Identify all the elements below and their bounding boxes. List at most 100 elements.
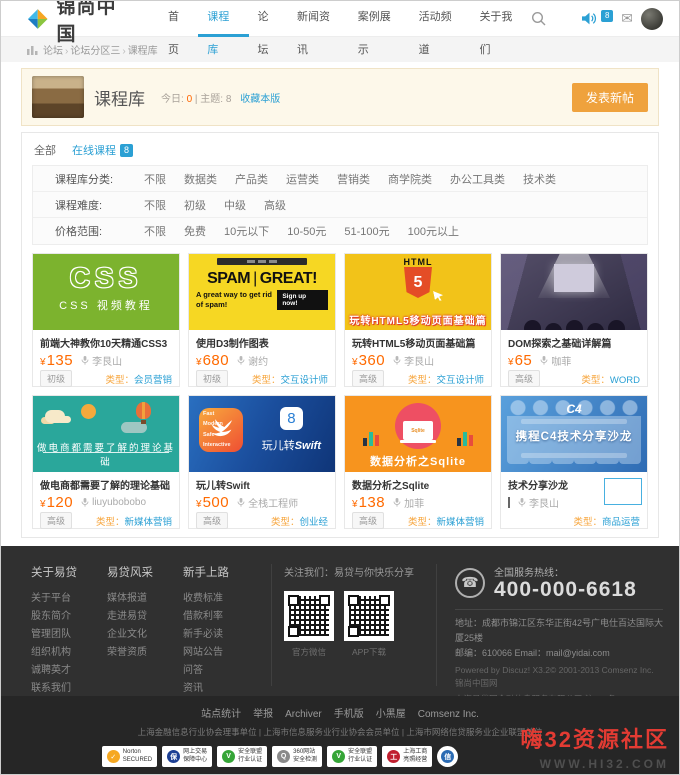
nav-item[interactable]: 课程库 bbox=[198, 1, 248, 37]
course-title[interactable]: 玩转HTML5移动页面基础篇 bbox=[352, 335, 484, 350]
footer-link[interactable]: 管理团队 bbox=[31, 626, 107, 644]
course-card[interactable]: 做电商都需要了解的理论基础做电商都需要了解的理论基础¥120liuyubobob… bbox=[32, 395, 180, 529]
filter-option[interactable]: 高级 bbox=[255, 197, 295, 213]
course-card[interactable]: C4携程C4技术分享沙龙技术分享沙龙李艮山类型：商品运营 bbox=[500, 395, 648, 529]
cert-badge[interactable]: 工上海工商亮照经营 bbox=[382, 746, 432, 767]
type-link[interactable]: WORD bbox=[610, 375, 640, 386]
course-card[interactable]: HTML5玩转HTML5移动页面基础篇玩转HTML5移动页面基础篇¥360李艮山… bbox=[344, 253, 492, 387]
course-title[interactable]: 数据分析之Sqlite bbox=[352, 477, 484, 492]
cert-badge[interactable]: Q360网站安全检测 bbox=[272, 746, 322, 767]
author-name[interactable]: 李艮山 bbox=[404, 353, 434, 368]
filter-option[interactable]: 产品类 bbox=[226, 171, 277, 187]
type-link[interactable]: 交互设计师 bbox=[280, 375, 328, 386]
bottom-link[interactable]: 小黑屋 bbox=[376, 709, 406, 720]
topics-value: 8 bbox=[226, 94, 232, 105]
nav-item[interactable]: 首页 bbox=[159, 1, 198, 37]
filter-option[interactable]: 不限 bbox=[135, 197, 175, 213]
course-card[interactable]: SPAM|GREAT!A great way to get rid of spa… bbox=[188, 253, 336, 387]
author-name[interactable]: 全栈工程师 bbox=[248, 495, 298, 510]
filter-option[interactable]: 中级 bbox=[215, 197, 255, 213]
filter-option[interactable]: 办公工具类 bbox=[441, 171, 514, 187]
tab-online-courses[interactable]: 在线课程 8 bbox=[72, 142, 133, 158]
author-name[interactable]: 李艮山 bbox=[529, 495, 559, 510]
footer-link[interactable]: 荣誉资质 bbox=[107, 644, 183, 662]
footer-link[interactable]: 关于平台 bbox=[31, 590, 107, 608]
cert-badge[interactable]: 信 bbox=[437, 746, 458, 767]
course-title[interactable]: 玩儿转Swift bbox=[196, 477, 328, 492]
forum-icon[interactable] bbox=[27, 45, 38, 55]
filter-option[interactable]: 数据类 bbox=[175, 171, 226, 187]
footer-link[interactable]: 企业文化 bbox=[107, 626, 183, 644]
nav-item[interactable]: 关于我们 bbox=[470, 1, 531, 37]
filter-option[interactable]: 51-100元 bbox=[335, 223, 398, 239]
author-name[interactable]: 咖菲 bbox=[551, 353, 571, 368]
filter-option[interactable]: 商学院类 bbox=[379, 171, 441, 187]
bottom-link[interactable]: 站点统计 bbox=[201, 709, 241, 720]
author-name[interactable]: 加菲 bbox=[404, 495, 424, 510]
type-link[interactable]: 会员营销 bbox=[134, 375, 172, 386]
footer-link[interactable]: 媒体报道 bbox=[107, 590, 183, 608]
footer-link[interactable]: 组织机构 bbox=[31, 644, 107, 662]
filter-option[interactable]: 运营类 bbox=[277, 171, 328, 187]
breadcrumb-item[interactable]: 论坛 bbox=[43, 46, 63, 57]
breadcrumb-item[interactable]: 论坛分区三 bbox=[70, 46, 120, 57]
speaker-icon[interactable] bbox=[582, 12, 597, 25]
footer-link[interactable]: 网站公告 bbox=[183, 644, 259, 662]
filter-option[interactable]: 不限 bbox=[135, 223, 175, 239]
breadcrumb-item[interactable]: 课程库 bbox=[128, 46, 158, 57]
type-link[interactable]: 新媒体营销 bbox=[124, 517, 172, 528]
logo[interactable]: 锦尚中国 bbox=[25, 0, 135, 46]
filter-option[interactable]: 10-50元 bbox=[278, 223, 335, 239]
footer-link[interactable]: 借款利率 bbox=[183, 608, 259, 626]
search-icon[interactable] bbox=[531, 11, 546, 26]
nav-item[interactable]: 论坛 bbox=[249, 1, 288, 37]
type-link[interactable]: 创业经 bbox=[299, 517, 328, 528]
nav-item[interactable]: 新闻资讯 bbox=[288, 1, 349, 37]
filter-option[interactable]: 初级 bbox=[175, 197, 215, 213]
filter-option[interactable]: 100元以上 bbox=[399, 223, 468, 239]
cert-badge[interactable]: 保网上交易保障中心 bbox=[162, 746, 212, 767]
filter-option[interactable]: 营销类 bbox=[328, 171, 379, 187]
footer-link[interactable]: 走进易贷 bbox=[107, 608, 183, 626]
course-title[interactable]: 使用D3制作图表 bbox=[196, 335, 328, 350]
footer-link[interactable]: 股东简介 bbox=[31, 608, 107, 626]
favorite-board-link[interactable]: 收藏本版 bbox=[240, 94, 280, 105]
nav-item[interactable]: 案例展示 bbox=[349, 1, 410, 37]
author-name[interactable]: 谢约 bbox=[248, 353, 268, 368]
type-link[interactable]: 商品运营 bbox=[602, 517, 640, 528]
new-post-button[interactable]: 发表新帖 bbox=[572, 83, 648, 112]
bottom-link[interactable]: Archiver bbox=[285, 709, 322, 720]
bottom-link[interactable]: Comsenz Inc. bbox=[418, 709, 479, 720]
tab-all[interactable]: 全部 bbox=[34, 142, 56, 158]
mail-icon[interactable]: ✉ bbox=[621, 10, 633, 27]
cert-badge[interactable]: V安全联盟行业认证 bbox=[217, 746, 267, 767]
filter-option[interactable]: 不限 bbox=[135, 171, 175, 187]
avatar[interactable] bbox=[641, 8, 663, 30]
nav-item[interactable]: 活动频道 bbox=[410, 1, 471, 37]
course-title[interactable]: 前端大神教你10天精通CSS3 bbox=[40, 335, 172, 350]
course-card[interactable]: FastModernSafeInteractive8玩儿转Swift玩儿转Swi… bbox=[188, 395, 336, 529]
bottom-link[interactable]: 举报 bbox=[253, 709, 273, 720]
course-card[interactable]: CSSCSS 视频教程前端大神教你10天精通CSS3¥135李艮山初级类型：会员… bbox=[32, 253, 180, 387]
course-title[interactable]: DOM探索之基础详解篇 bbox=[508, 335, 640, 350]
filter-option[interactable]: 免费 bbox=[175, 223, 215, 239]
author-name[interactable]: 李艮山 bbox=[92, 353, 122, 368]
cert-badge[interactable]: ✓NortonSECURED bbox=[102, 746, 157, 767]
footer-link[interactable]: 问答 bbox=[183, 662, 259, 680]
course-card[interactable]: Sqlite数据分析之Sqlite数据分析之Sqlite¥138加菲高级类型：新… bbox=[344, 395, 492, 529]
author-name[interactable]: liuyubobobo bbox=[92, 497, 146, 508]
type-link[interactable]: 交互设计师 bbox=[436, 375, 484, 386]
bottom-link[interactable]: 手机版 bbox=[334, 709, 364, 720]
filter-option[interactable]: 10元以下 bbox=[215, 223, 278, 239]
footer-link[interactable]: 诚聘英才 bbox=[31, 662, 107, 680]
filter-option[interactable]: 技术类 bbox=[514, 171, 565, 187]
signup-button[interactable]: Sign up now! bbox=[277, 290, 328, 310]
notification-badge[interactable]: 8 bbox=[601, 10, 613, 22]
type-link[interactable]: 新媒体营销 bbox=[436, 517, 484, 528]
footer-link[interactable]: 新手必读 bbox=[183, 626, 259, 644]
forum-header-panel: 课程库 今日: 0 | 主题: 8 收藏本版 发表新帖 bbox=[21, 68, 659, 126]
course-card[interactable]: DOM探索之基础详解篇¥65咖菲高级类型：WORD bbox=[500, 253, 648, 387]
course-title[interactable]: 做电商都需要了解的理论基础 bbox=[40, 477, 172, 492]
footer-link[interactable]: 收费标准 bbox=[183, 590, 259, 608]
cert-badge[interactable]: V安全联盟行业认证 bbox=[327, 746, 377, 767]
